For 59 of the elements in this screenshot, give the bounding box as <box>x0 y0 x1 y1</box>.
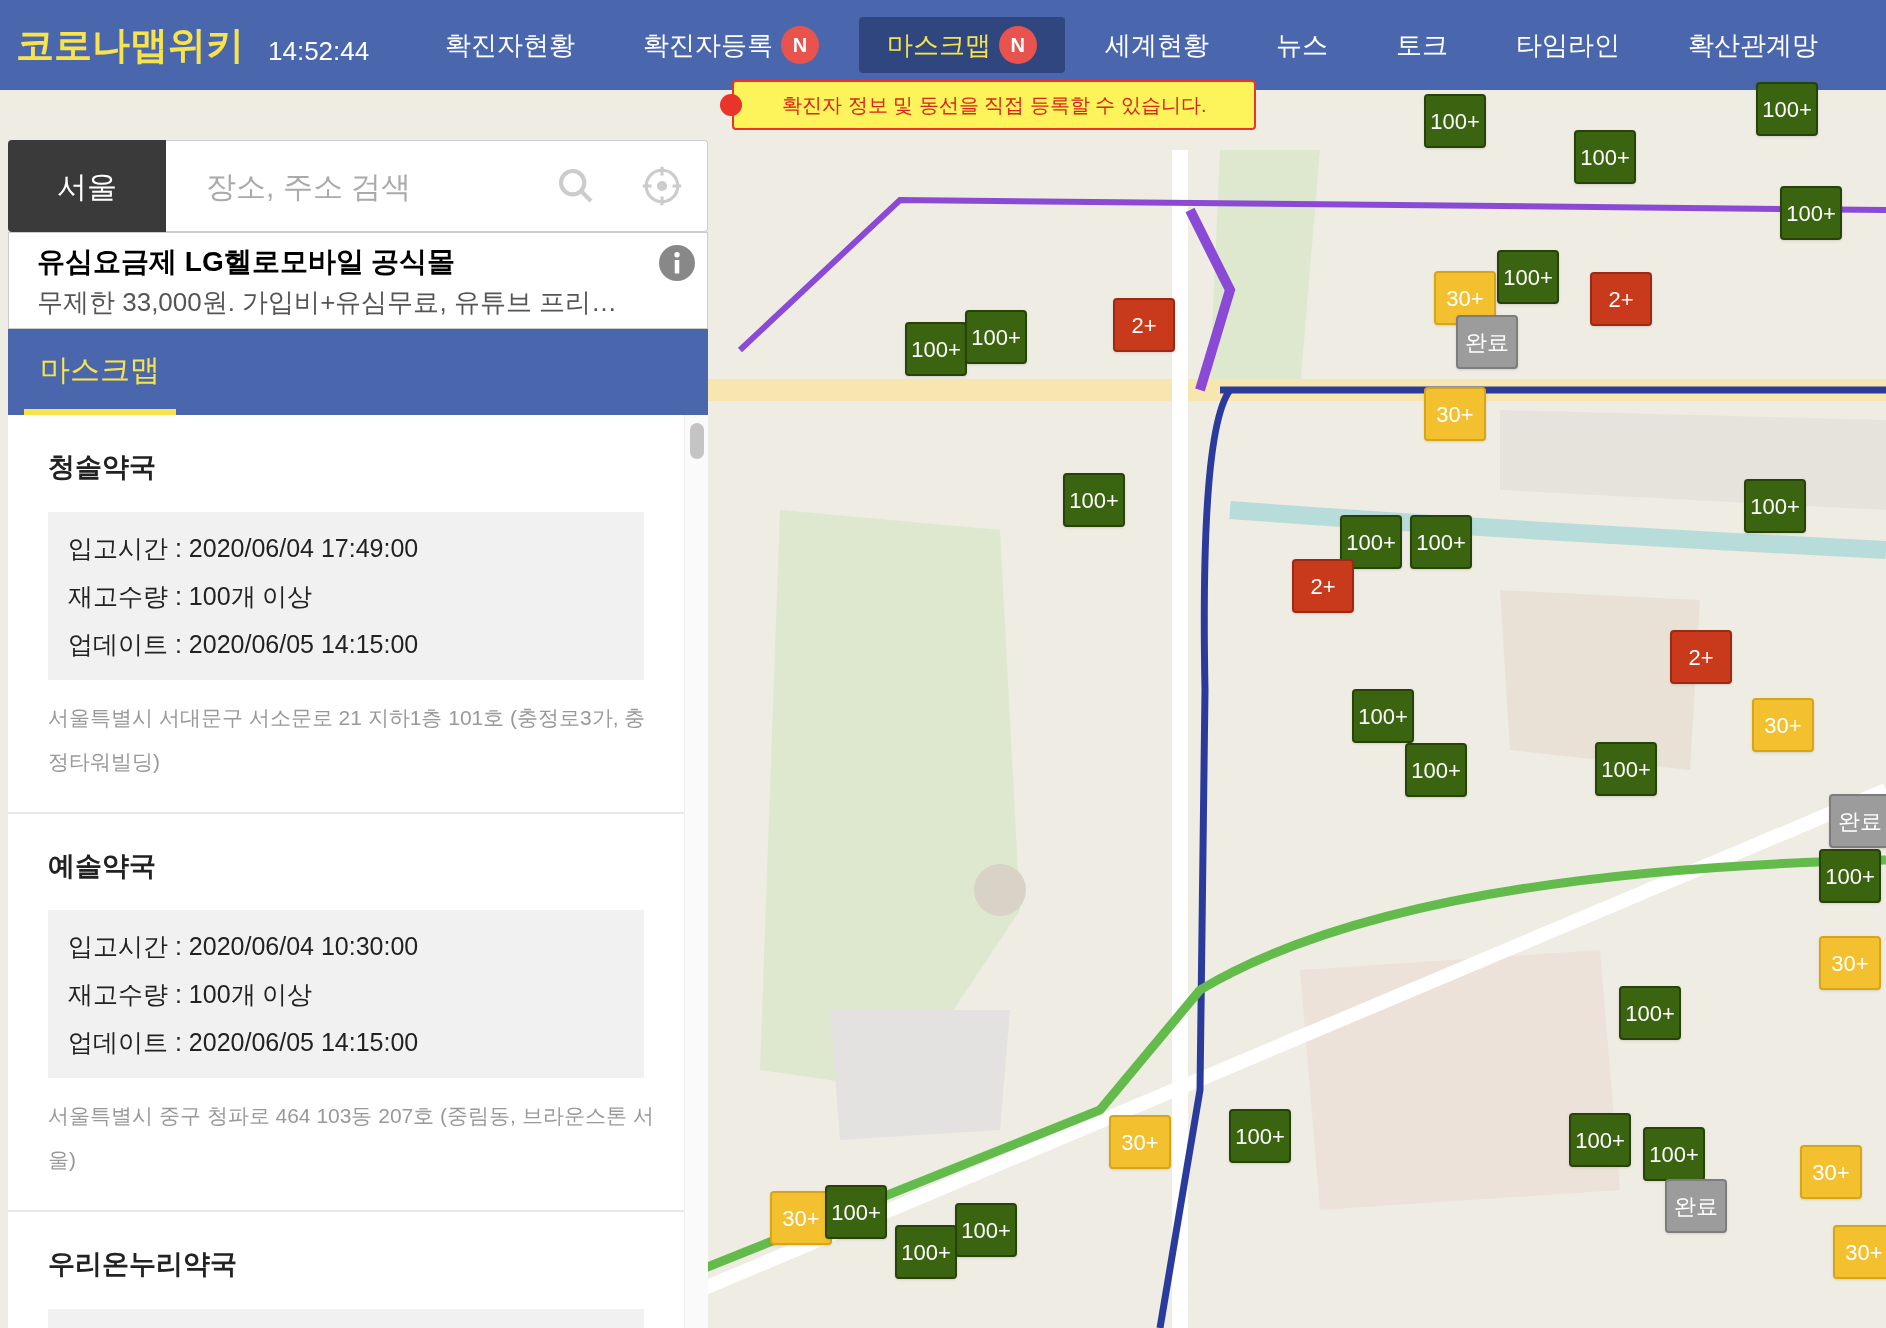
stock-marker[interactable]: 100+ <box>825 1185 887 1239</box>
stock-marker[interactable]: 100+ <box>1744 479 1806 533</box>
nav-tab[interactable]: 뉴스 <box>1248 17 1357 73</box>
stock-marker[interactable]: 100+ <box>1619 986 1681 1040</box>
search-field[interactable]: 장소, 주소 검색 <box>166 140 536 232</box>
new-badge: N <box>998 26 1037 64</box>
locate-icon <box>640 165 683 207</box>
stock-marker[interactable]: 2+ <box>1113 298 1175 352</box>
nav-tab[interactable]: 확진자등록 N <box>615 17 848 73</box>
info-line: 재고수량 : 100개 이상 <box>68 580 314 612</box>
pharmacy-name[interactable]: 예솔약국 <box>48 845 644 886</box>
stock-marker[interactable]: 2+ <box>1670 630 1732 684</box>
address: 서울특별시 서대문구 서소문로 21 지하1층 101호 (충정로3가, 충정타워빌딩) <box>48 704 647 775</box>
ad-card[interactable]: 유심요금제 LG헬로모바일 공식몰 무제한 33,000원. 가입비+유심무료, 유튜브 프리… <box>8 232 708 329</box>
stock-marker[interactable]: 100+ <box>1410 515 1472 569</box>
ad-text: 무제한 33,000원. 가입비+유심무료, 유튜브 프리… <box>37 286 619 319</box>
info-icon[interactable] <box>659 245 695 281</box>
info-line: 업데이트 : 2020/06/05 14:15:00 <box>68 628 420 660</box>
stock-marker[interactable]: 100+ <box>1780 186 1842 240</box>
locate-button[interactable] <box>616 140 708 232</box>
nav-tab[interactable]: 확산관계망 <box>1659 17 1846 73</box>
stock-marker[interactable]: 100+ <box>1756 82 1818 136</box>
stock-marker[interactable]: 2+ <box>1292 559 1354 613</box>
clock: 14:52:44 <box>268 34 370 68</box>
notice-banner: 확진자 정보 및 동선을 직접 등록할 수 있습니다. <box>732 80 1257 130</box>
pharmacy-name[interactable]: 청솔약국 <box>48 447 644 488</box>
stock-marker[interactable]: 100+ <box>1424 94 1486 148</box>
ad-title: 유심요금제 LG헬로모바일 공식몰 <box>37 245 456 279</box>
nav-tab[interactable]: 마스크맵 N <box>858 17 1065 73</box>
address: 서울특별시 중구 청파로 464 103동 207호 (중림동, 브라운스톤 서울) <box>48 1103 655 1173</box>
stock-marker[interactable]: 2+ <box>1590 272 1652 326</box>
region-button[interactable]: 서울 <box>8 140 166 232</box>
stock-marker[interactable]: 100+ <box>1405 743 1467 797</box>
info-line: 입고시간 : 2020/06/04 10:30:00 <box>68 931 420 962</box>
nav-tab[interactable]: 타임라인 <box>1488 17 1649 73</box>
stock-marker[interactable]: 100+ <box>955 1203 1017 1257</box>
nav-tab[interactable]: 확진자현황 <box>417 17 604 73</box>
stock-marker[interactable]: 100+ <box>905 322 967 376</box>
stock-marker[interactable]: 100+ <box>1063 473 1125 527</box>
stock-marker[interactable]: 100+ <box>1643 1127 1705 1181</box>
stock-marker[interactable]: 100+ <box>1497 250 1559 304</box>
info-line: 재고수량 : 100개 이상 <box>68 979 314 1010</box>
stock-marker[interactable]: 100+ <box>1819 849 1881 903</box>
stock-marker[interactable]: 100+ <box>965 310 1027 364</box>
stock-marker[interactable]: 100+ <box>1340 515 1402 569</box>
stock-marker[interactable]: 100+ <box>1574 130 1636 184</box>
pharmacy-name[interactable]: 우리온누리약국 <box>48 1244 644 1285</box>
info-line: 입고시간 : 2020/06/04 17:49:00 <box>68 532 420 564</box>
logo[interactable]: 코로나맵위키 <box>16 16 244 74</box>
stock-marker[interactable]: 100+ <box>1352 689 1414 743</box>
info-line: 업데이트 : 2020/06/05 14:15:00 <box>68 1027 420 1058</box>
stock-marker[interactable]: 100+ <box>1595 742 1657 796</box>
stock-marker[interactable]: 100+ <box>895 1225 957 1279</box>
nav-tab[interactable]: 세계현황 <box>1076 17 1237 73</box>
new-badge: N <box>781 26 820 64</box>
stock-marker[interactable]: 100+ <box>1229 1109 1291 1163</box>
nav-tab[interactable]: 토크 <box>1368 17 1477 73</box>
stock-marker[interactable]: 100+ <box>1569 1113 1631 1167</box>
scrollbar[interactable] <box>684 415 708 1328</box>
